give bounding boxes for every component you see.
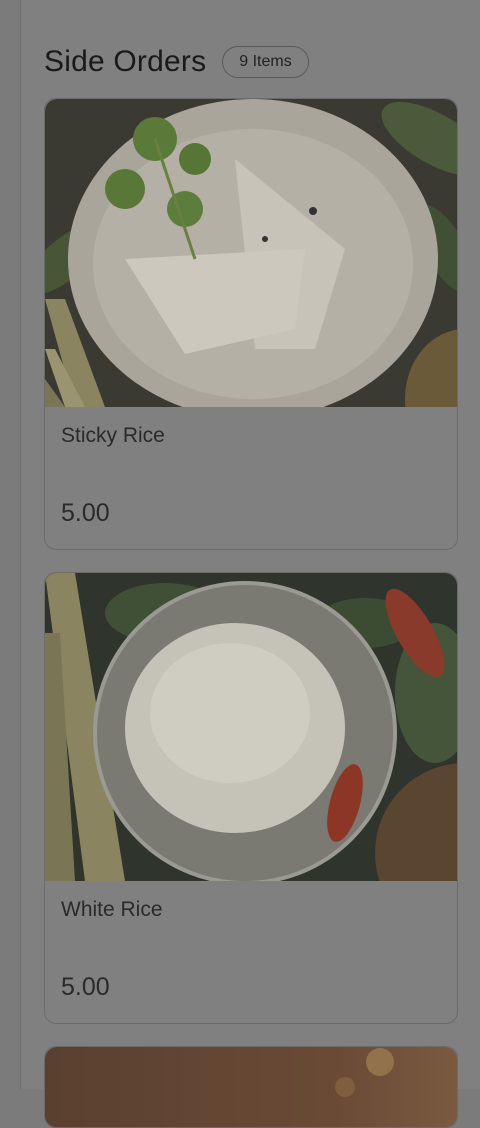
sticky-rice-image <box>45 99 457 407</box>
item-count-badge: 9 Items <box>222 46 309 78</box>
white-rice-image <box>45 573 457 881</box>
menu-item-card[interactable]: White Rice 5.00 <box>44 572 458 1024</box>
menu-item-card[interactable]: Sticky Rice 5.00 <box>44 98 458 550</box>
section-header: Side Orders 9 Items <box>44 40 460 84</box>
item-price: 5.00 <box>61 499 110 527</box>
menu-item-card[interactable] <box>44 1046 458 1128</box>
item-price: 5.00 <box>61 973 110 1001</box>
menu-item-image <box>45 1047 457 1127</box>
item-name: White Rice <box>61 898 163 921</box>
item-name: Sticky Rice <box>61 424 165 447</box>
section-title: Side Orders <box>44 45 207 78</box>
